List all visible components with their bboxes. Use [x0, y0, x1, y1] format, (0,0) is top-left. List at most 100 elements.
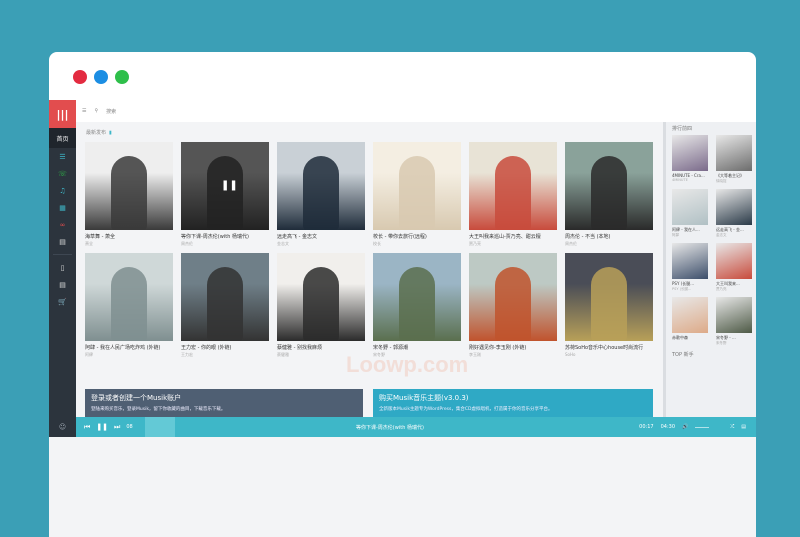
ranking-thumb[interactable] — [672, 189, 708, 225]
album-artist[interactable]: 周杰伦 — [181, 241, 269, 247]
album-title[interactable]: 王力宏 - 你的眼 (外链) — [181, 344, 269, 351]
album-card[interactable]: 王力宏 - 你的眼 (外链) 王力宏 — [181, 253, 269, 358]
cover-figure — [591, 267, 627, 341]
ranking-item[interactable]: 阿肆 - 我在人... 阿肆 — [672, 189, 708, 238]
player-bar: ⏮ ❚❚ ⏭ 08 等你下课-周杰伦(with 杨瑞代) 00:17 04:30… — [76, 417, 756, 437]
ranking-item[interactable]: PSY (长腿... PSY (长腿... — [672, 243, 708, 292]
album-title[interactable]: 周杰伦 - 不当 (本地) — [565, 233, 653, 240]
maximize-dot[interactable] — [115, 70, 129, 84]
ranking-thumb[interactable] — [716, 243, 752, 279]
music-note-icon[interactable]: ♫ — [49, 182, 76, 199]
album-card[interactable]: 宋冬野 - 郭源潮 宋冬野 — [373, 253, 461, 358]
album-card[interactable]: 刚好遇见你-李玉刚 (外链) 李玉刚 — [469, 253, 557, 358]
album-cover[interactable] — [181, 253, 269, 341]
album-cover[interactable] — [565, 253, 653, 341]
album-card[interactable]: 海草舞 - 萧全 萧全 — [85, 142, 173, 247]
folder-icon[interactable]: ▤ — [49, 233, 76, 250]
album-title[interactable]: 苏荷SoHo音乐中心house时尚流行 — [565, 344, 653, 351]
album-title[interactable]: 校长 - 带你去旅行(远程) — [373, 233, 461, 240]
album-title[interactable]: 大王叫我来巡山-贾乃亮、甜云檀 — [469, 233, 557, 240]
album-card[interactable]: 远走高飞 - 金志文 金志文 — [277, 142, 365, 247]
search-input[interactable]: 搜索 — [106, 108, 116, 115]
album-cover[interactable] — [469, 142, 557, 230]
album-title[interactable]: 海草舞 - 萧全 — [85, 233, 173, 240]
ranking-item[interactable]: 大王叫我来... 贾乃亮 — [716, 243, 752, 292]
phone-icon[interactable]: ☏ — [49, 165, 76, 182]
ranking-item[interactable]: 《大等着主记》 徐晓捉 — [716, 135, 752, 184]
album-title[interactable]: 阿肆 - 我在人民广场吃炸鸡 (外链) — [85, 344, 173, 351]
loop-icon[interactable]: ∞ — [49, 216, 76, 233]
album-artist[interactable]: 宋冬野 — [373, 352, 461, 358]
album-artist[interactable]: 金志文 — [277, 241, 365, 247]
list-icon[interactable]: ☰ — [49, 148, 76, 165]
ranking-title[interactable]: 赤歌中森 — [672, 335, 708, 341]
pause-overlay-icon[interactable]: ❚❚ — [221, 180, 238, 191]
album-artist[interactable]: 蔡健雅 — [277, 352, 365, 358]
ranking-item[interactable]: 4MINUTE - Cra... 4MINUTE — [672, 135, 708, 184]
album-cover[interactable] — [85, 142, 173, 230]
album-artist[interactable]: 周杰伦 — [565, 241, 653, 247]
volume-icon[interactable]: 🔊 — [682, 424, 688, 430]
rail-item-home[interactable]: 首页 — [49, 128, 76, 148]
grid-icon[interactable]: ▦ — [49, 199, 76, 216]
album-artist[interactable]: 萧全 — [85, 241, 173, 247]
playlist-icon[interactable]: ▤ — [741, 424, 746, 430]
album-title[interactable]: 等你下课-周杰伦(with 杨瑞代) — [181, 233, 269, 240]
album-card[interactable]: 校长 - 带你去旅行(远程) 校长 — [373, 142, 461, 247]
album-title[interactable]: 远走高飞 - 金志文 — [277, 233, 365, 240]
album-artist[interactable]: SoHo — [565, 352, 653, 357]
rail-divider — [53, 254, 72, 255]
ranking-thumb[interactable] — [672, 297, 708, 333]
album-cover[interactable]: ❚❚ — [181, 142, 269, 230]
album-title[interactable]: 宋冬野 - 郭源潮 — [373, 344, 461, 351]
ranking-item[interactable]: 赤歌中森 — [672, 297, 708, 346]
ranking-thumb[interactable] — [716, 297, 752, 333]
document-icon[interactable]: ▤ — [49, 276, 76, 293]
playback-mode[interactable]: 08 — [126, 424, 132, 430]
album-cover[interactable] — [373, 142, 461, 230]
album-card[interactable]: 大王叫我来巡山-贾乃亮、甜云檀 贾乃亮 — [469, 142, 557, 247]
album-cover[interactable] — [565, 142, 653, 230]
album-title[interactable]: 蔡健雅 - 别找我麻烦 — [277, 344, 365, 351]
ranking-item[interactable]: 远走高飞 - 金... 金志文 — [716, 189, 752, 238]
player-right: 00:17 04:30 🔊 ⤮ ▤ — [639, 424, 756, 430]
album-cover[interactable] — [469, 253, 557, 341]
album-card[interactable]: 苏荷SoHo音乐中心house时尚流行 SoHo — [565, 253, 653, 358]
album-cover[interactable] — [373, 253, 461, 341]
purchase-banner-text: 全新版本Musik主题专为WordPress，集合CD虚拟唱机，打造属于你的音乐… — [379, 407, 553, 412]
album-cover[interactable] — [277, 253, 365, 341]
cover-figure — [111, 156, 147, 230]
pause-icon[interactable]: ❚❚ — [96, 423, 108, 431]
cart-icon[interactable]: 🛒 — [49, 293, 76, 310]
ranking-thumb[interactable] — [716, 135, 752, 171]
equalizer-icon[interactable]: ||| — [49, 100, 76, 128]
album-card[interactable]: 阿肆 - 我在人民广场吃炸鸡 (外链) 阿肆 — [85, 253, 173, 358]
album-cover[interactable] — [85, 253, 173, 341]
user-icon[interactable]: ☺ — [49, 417, 76, 437]
ranking-thumb[interactable] — [672, 135, 708, 171]
album-card[interactable]: ❚❚ 等你下课-周杰伦(with 杨瑞代) 周杰伦 — [181, 142, 269, 247]
album-artist[interactable]: 贾乃亮 — [469, 241, 557, 247]
album-artist[interactable]: 李玉刚 — [469, 352, 557, 358]
album-cover[interactable] — [277, 142, 365, 230]
mobile-icon[interactable]: ▯ — [49, 259, 76, 276]
album-artist[interactable]: 王力宏 — [181, 352, 269, 358]
close-dot[interactable] — [73, 70, 87, 84]
album-card[interactable]: 周杰伦 - 不当 (本地) 周杰伦 — [565, 142, 653, 247]
left-rail: ||| 首页 ☰ ☏ ♫ ▦ ∞ ▤ ▯ ▤ 🛒 ☺ — [49, 100, 76, 437]
next-icon[interactable]: ⏭ — [114, 423, 120, 432]
menu-icon[interactable]: ☰ — [82, 108, 86, 114]
volume-slider[interactable] — [695, 426, 710, 428]
ranking-thumb[interactable] — [672, 243, 708, 279]
ranking-thumb[interactable] — [716, 189, 752, 225]
minimize-dot[interactable] — [94, 70, 108, 84]
purchase-banner[interactable]: 购买Musik音乐主题(v3.0.3) 全新版本Musik主题专为WordPre… — [373, 389, 653, 417]
shuffle-icon[interactable]: ⤮ — [730, 424, 734, 430]
album-title[interactable]: 刚好遇见你-李玉刚 (外链) — [469, 344, 557, 351]
prev-icon[interactable]: ⏮ — [84, 423, 90, 432]
album-card[interactable]: 蔡健雅 - 别找我麻烦 蔡健雅 — [277, 253, 365, 358]
album-artist[interactable]: 校长 — [373, 241, 461, 247]
album-artist[interactable]: 阿肆 — [85, 352, 173, 358]
ranking-item[interactable]: 宋冬野 - ... 宋冬野 — [716, 297, 752, 346]
login-banner[interactable]: 登录或者创建一个Musik账户 登陆来购买音乐，登录Musik，留下你收藏的曲目… — [85, 389, 363, 417]
